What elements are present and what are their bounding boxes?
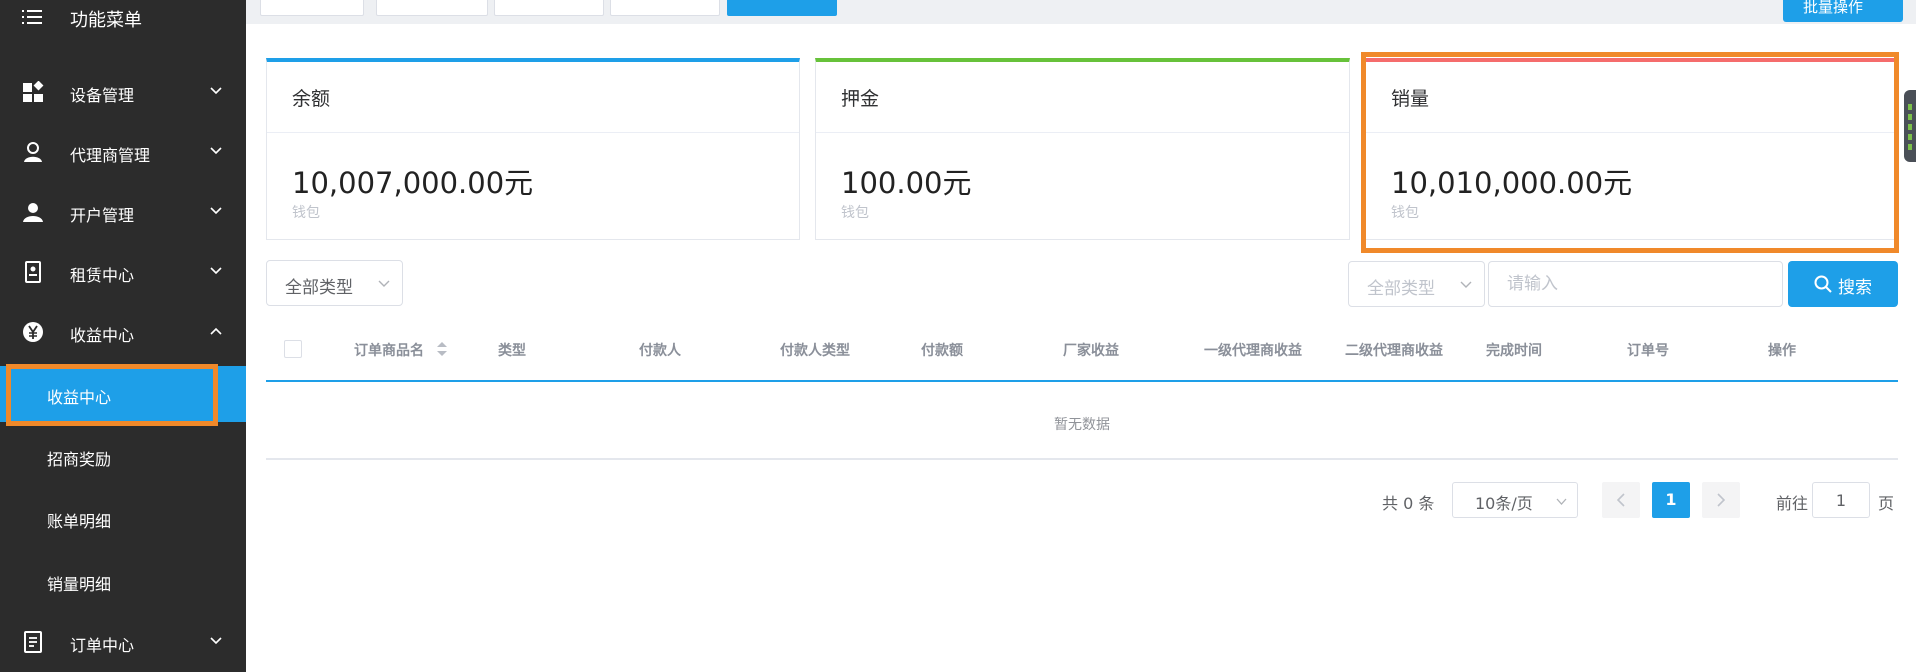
yen-circle-icon	[23, 322, 43, 342]
search-icon	[1814, 275, 1832, 293]
menu-header[interactable]: 功能菜单	[0, 0, 246, 36]
chevron-down-icon	[210, 267, 222, 275]
chevron-left-icon	[1616, 493, 1625, 507]
card-subtitle: 钱包	[841, 205, 869, 221]
prev-page-button[interactable]	[1602, 482, 1640, 518]
sidebar-item-agent-management[interactable]: 代理商管理	[0, 124, 246, 180]
sidebar-item-rental-center[interactable]: 租赁中心	[0, 244, 246, 300]
user-icon	[23, 203, 43, 222]
card-value: 10,007,000.00元	[292, 166, 534, 200]
chevron-right-icon	[1717, 493, 1726, 507]
chevron-down-icon	[210, 207, 222, 215]
goto-label: 前往	[1776, 494, 1809, 513]
tab-bar	[246, 0, 1916, 24]
card-divider	[816, 132, 1349, 133]
floating-side-widget[interactable]	[1904, 90, 1916, 162]
card-divider	[1366, 132, 1894, 133]
type-select-right[interactable]: 全部类型	[1348, 261, 1485, 307]
rental-icon	[25, 261, 41, 283]
column-header-manufacturer-revenue: 厂家收益	[1063, 343, 1119, 359]
card-value: 100.00元	[841, 166, 972, 200]
tab-tag-active[interactable]	[727, 0, 837, 16]
sidebar-item-order-center[interactable]: 订单中心	[0, 614, 246, 670]
column-header-product-name[interactable]: 订单商品名	[354, 340, 424, 360]
sidebar-subitem-recruitment-reward[interactable]: 招商奖励	[0, 428, 246, 484]
sidebar: 功能菜单 设备管理 代理商管理 开户管理 租赁中心 收益中心 收益中心 招商奖励…	[0, 0, 246, 672]
select-value: 全部类型	[285, 278, 353, 298]
column-header-level1-agent-revenue: 一级代理商收益	[1204, 343, 1302, 359]
chevron-up-icon	[210, 327, 222, 335]
column-header-order-number: 订单号	[1627, 343, 1669, 359]
sidebar-item-label: 设备管理	[70, 86, 135, 105]
card-divider	[267, 132, 799, 133]
search-input[interactable]	[1488, 261, 1783, 307]
chevron-down-icon	[378, 280, 390, 287]
table-empty-state: 暂无数据	[266, 384, 1898, 460]
dashboard-icon	[23, 81, 44, 102]
column-header-amount: 付款额	[921, 343, 963, 359]
sidebar-subitem-label: 账单明细	[47, 512, 112, 531]
deposit-card: 押金 100.00元 钱包	[815, 58, 1350, 240]
balance-card: 余额 10,007,000.00元 钱包	[266, 58, 800, 240]
sidebar-item-label: 订单中心	[70, 636, 135, 655]
sales-card: 销量 10,010,000.00元 钱包	[1365, 58, 1895, 240]
sidebar-subitem-revenue-center[interactable]: 收益中心	[0, 366, 246, 422]
column-header-payer: 付款人	[639, 343, 681, 359]
goto-page-input[interactable]	[1812, 482, 1870, 518]
sidebar-item-label: 开户管理	[70, 206, 135, 225]
card-title: 销量	[1391, 88, 1430, 110]
card-subtitle: 钱包	[292, 205, 320, 221]
search-button[interactable]: 搜索	[1788, 261, 1898, 307]
tab-tag[interactable]	[494, 0, 604, 16]
column-header-level2-agent-revenue: 二级代理商收益	[1345, 343, 1443, 359]
sidebar-subitem-label: 销量明细	[47, 575, 112, 594]
sidebar-item-account-management[interactable]: 开户管理	[0, 184, 246, 240]
next-page-button[interactable]	[1702, 482, 1740, 518]
agent-icon	[24, 142, 42, 162]
sort-icon[interactable]	[436, 340, 448, 358]
sidebar-item-label: 租赁中心	[70, 266, 135, 285]
card-title: 余额	[292, 88, 331, 110]
sidebar-subitem-label: 招商奖励	[47, 450, 112, 469]
select-all-checkbox[interactable]	[284, 340, 302, 358]
sidebar-subitem-bill-details[interactable]: 账单明细	[0, 490, 246, 546]
card-subtitle: 钱包	[1391, 205, 1419, 221]
document-icon	[24, 631, 42, 653]
page-size-select[interactable]: 10条/页	[1452, 482, 1578, 518]
batch-operation-button[interactable]: 批量操作	[1783, 0, 1903, 22]
chevron-down-icon	[1556, 498, 1567, 505]
tab-tag[interactable]	[260, 0, 364, 16]
column-header-actions: 操作	[1768, 343, 1796, 359]
card-value: 10,010,000.00元	[1391, 166, 1633, 200]
column-header-payer-type: 付款人类型	[780, 343, 850, 359]
tab-tag[interactable]	[610, 0, 720, 16]
list-menu-icon	[22, 10, 42, 24]
sidebar-item-label: 代理商管理	[70, 146, 151, 165]
pagination-total: 共 0 条	[1382, 494, 1435, 513]
chevron-down-icon	[210, 87, 222, 95]
type-select[interactable]: 全部类型	[266, 260, 403, 306]
page-number-current[interactable]: 1	[1652, 482, 1690, 518]
sidebar-item-label: 收益中心	[70, 326, 135, 345]
chevron-down-icon	[210, 147, 222, 155]
page-size-value: 10条/页	[1475, 494, 1533, 513]
search-button-label: 搜索	[1838, 278, 1872, 298]
table-header: 订单商品名 类型 付款人 付款人类型 付款额 厂家收益 一级代理商收益 二级代理…	[266, 318, 1898, 382]
app-root: 功能菜单 设备管理 代理商管理 开户管理 租赁中心 收益中心 收益中心 招商奖励…	[0, 0, 1916, 672]
card-title: 押金	[841, 88, 880, 110]
page-suffix: 页	[1878, 494, 1895, 513]
sidebar-item-revenue-center[interactable]: 收益中心	[0, 304, 246, 360]
tab-tag[interactable]	[376, 0, 488, 16]
sidebar-subitem-sales-details[interactable]: 销量明细	[0, 553, 246, 609]
sidebar-subitem-label: 收益中心	[47, 388, 112, 407]
select-value: 全部类型	[1367, 279, 1435, 299]
column-header-completion-time: 完成时间	[1486, 343, 1542, 359]
chevron-down-icon	[1460, 281, 1472, 288]
menu-title: 功能菜单	[70, 10, 142, 31]
column-header-type: 类型	[498, 343, 526, 359]
sidebar-item-device-management[interactable]: 设备管理	[0, 64, 246, 120]
chevron-down-icon	[210, 637, 222, 645]
